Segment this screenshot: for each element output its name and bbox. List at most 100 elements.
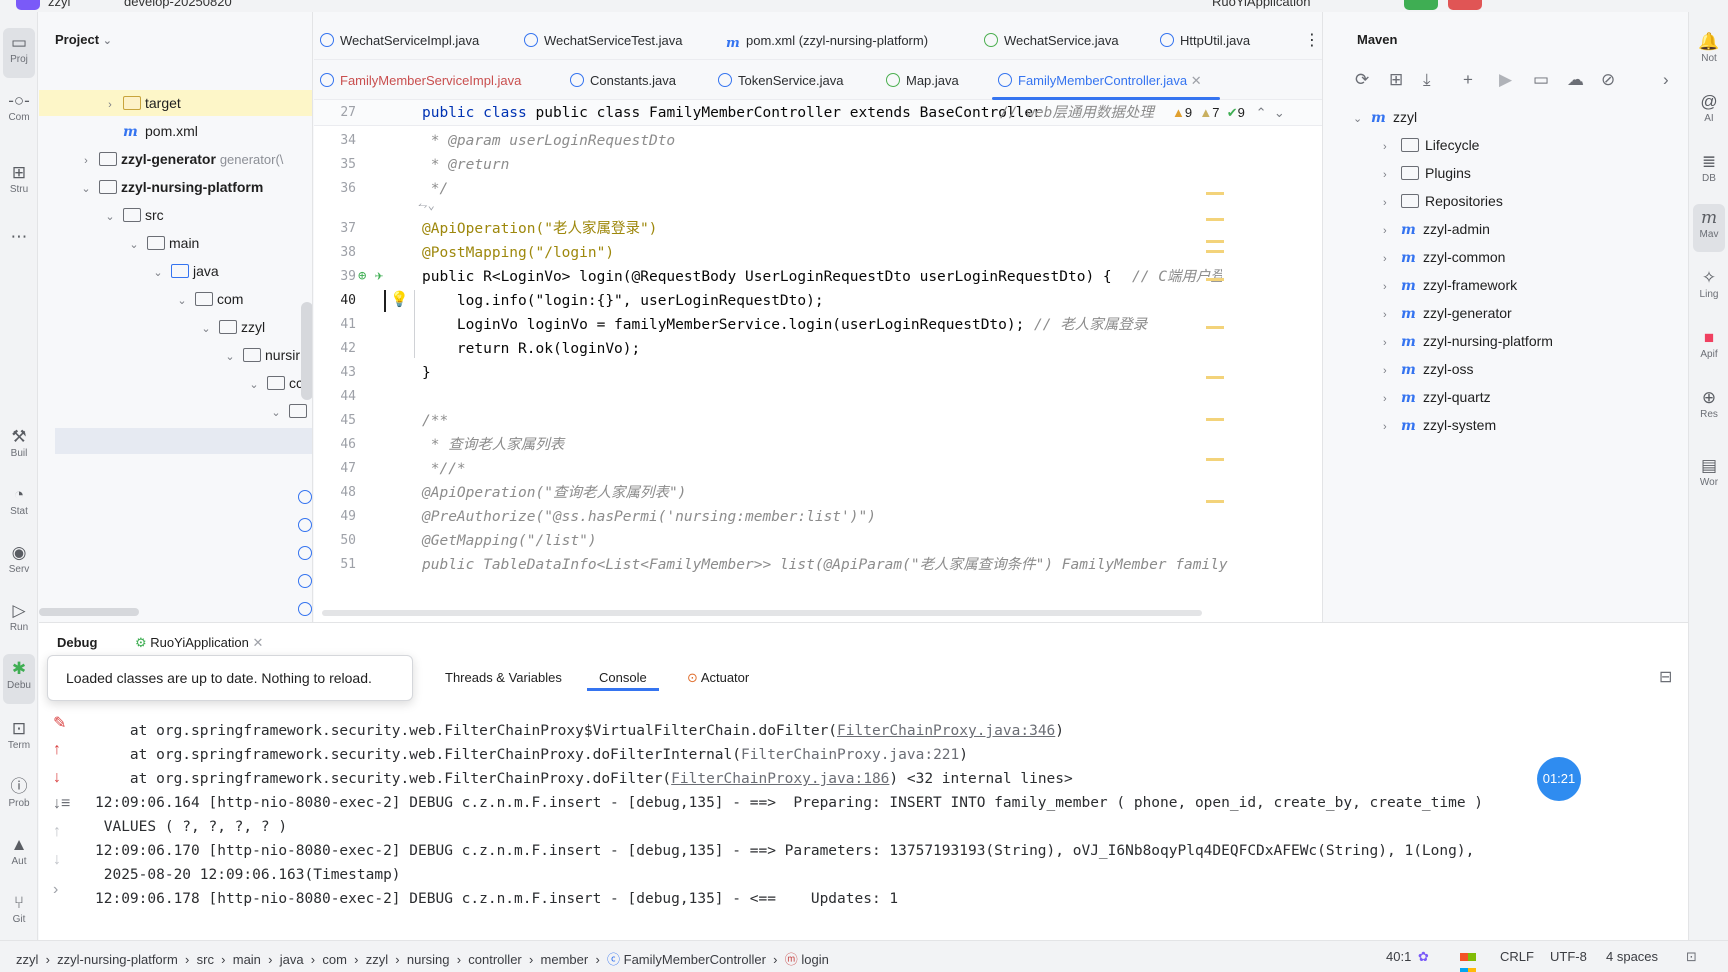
- tree-item-main[interactable]: ⌄ main: [127, 230, 199, 256]
- warning-marker[interactable]: [1206, 278, 1224, 281]
- run-icon[interactable]: ▶: [1499, 70, 1512, 90]
- lock-icon[interactable]: ⊡: [1686, 949, 1697, 965]
- maven-root[interactable]: ⌄ m zzyl: [1353, 104, 1417, 130]
- breadcrumb-item[interactable]: nursing: [407, 952, 450, 967]
- selected-tree-row[interactable]: [55, 428, 312, 454]
- maven-item-zzyl-common[interactable]: › m zzyl-common: [1383, 244, 1505, 270]
- plus-icon[interactable]: +: [1463, 70, 1473, 90]
- breadcrumb-item[interactable]: src: [197, 952, 214, 967]
- tab-token-service[interactable]: TokenService.java: [718, 70, 844, 92]
- tool-problems[interactable]: ⓘ Prob: [3, 772, 35, 822]
- tool-project[interactable]: ▭ Proj: [3, 28, 35, 78]
- run-config-name[interactable]: RuoYiApplication: [1212, 0, 1311, 9]
- maven-item-zzyl-quartz[interactable]: › m zzyl-quartz: [1383, 384, 1491, 410]
- warning-marker[interactable]: [1206, 250, 1224, 253]
- branch-name[interactable]: develop-20250820: [124, 0, 232, 9]
- tab-threads-variables[interactable]: Threads & Variables: [445, 665, 562, 691]
- debug-run-button[interactable]: [1404, 0, 1438, 10]
- maven-item-plugins[interactable]: › Plugins: [1383, 160, 1471, 186]
- fold-icon[interactable]: ⥊⌄: [418, 198, 435, 213]
- breadcrumb-item[interactable]: java: [280, 952, 304, 967]
- warning-marker[interactable]: [1206, 418, 1224, 421]
- tool-services[interactable]: ◉ Serv: [3, 538, 35, 588]
- tree-item-zzyl-nursing-platform[interactable]: ⌄ zzyl-nursing-platform: [79, 174, 263, 200]
- project-panel-title[interactable]: Project ⌄: [55, 32, 112, 47]
- maven-item-zzyl-generator[interactable]: › m zzyl-generator: [1383, 300, 1512, 326]
- tree-item-src[interactable]: ⌄ src: [103, 202, 163, 228]
- tab-map[interactable]: Map.java: [886, 70, 959, 92]
- chevron-down-icon[interactable]: ⌄: [1274, 105, 1285, 120]
- source-link[interactable]: FilterChainProxy.java:221: [741, 747, 959, 763]
- tab-console[interactable]: Console: [587, 665, 659, 691]
- tab-pom-xml[interactable]: m pom.xml (zzyl-nursing-platform): [726, 30, 928, 52]
- warning-marker[interactable]: [1206, 218, 1224, 221]
- tool-notifications[interactable]: 🔔 Not: [1693, 28, 1725, 76]
- tool-apifox[interactable]: ■ Apif: [1693, 324, 1725, 372]
- warning-marker[interactable]: [1206, 192, 1224, 195]
- up-arrow-icon[interactable]: ↑: [53, 741, 61, 759]
- scroll-up-icon[interactable]: ↑: [53, 823, 61, 841]
- maven-item-repositories[interactable]: › Repositories: [1383, 188, 1503, 214]
- layout-icon[interactable]: ⊟: [1659, 667, 1672, 687]
- tool-database[interactable]: ≣ DB: [1693, 148, 1725, 196]
- more-tabs-button[interactable]: ⋮: [1304, 30, 1320, 52]
- maven-item-zzyl-system[interactable]: › m zzyl-system: [1383, 412, 1496, 438]
- warning-marker[interactable]: [1206, 500, 1224, 503]
- debug-session-tab[interactable]: ⚙ RuoYiApplication ✕: [135, 635, 263, 651]
- breadcrumb-item[interactable]: zzyl-nursing-platform: [57, 952, 178, 967]
- tab-family-member-controller[interactable]: FamilyMemberController.java ✕: [992, 70, 1220, 100]
- recording-timer[interactable]: 01:21: [1537, 757, 1581, 801]
- maven-item-zzyl-framework[interactable]: › m zzyl-framework: [1383, 272, 1517, 298]
- more-tools-button[interactable]: ⋯: [3, 222, 35, 246]
- tab-actuator[interactable]: ⊙ Actuator: [687, 665, 749, 691]
- add-project-icon[interactable]: ⊞: [1389, 70, 1403, 90]
- file-encoding[interactable]: UTF-8: [1550, 949, 1587, 964]
- download-icon[interactable]: ⤓: [1423, 70, 1431, 90]
- sort-icon[interactable]: ↓≡: [53, 795, 70, 813]
- breadcrumb-item[interactable]: login: [801, 952, 828, 967]
- tree-item-pom[interactable]: m pom.xml: [117, 118, 198, 144]
- chevron-right-icon[interactable]: ›: [1663, 70, 1669, 90]
- lightbulb-icon[interactable]: 💡: [390, 290, 409, 308]
- close-tab-icon[interactable]: ✕: [1191, 73, 1202, 88]
- tab-http-util[interactable]: HttpUtil.java: [1160, 30, 1250, 52]
- scrollbar[interactable]: [301, 302, 312, 400]
- endpoint-gutter-icon[interactable]: ⊕ ✈: [358, 268, 383, 284]
- down-arrow-icon[interactable]: ↓: [53, 769, 61, 787]
- tool-commit[interactable]: -○- Com: [3, 86, 35, 136]
- execute-goal-icon[interactable]: ▭: [1533, 70, 1549, 90]
- tool-auto[interactable]: ▲ Aut: [3, 830, 35, 880]
- tool-maven[interactable]: m Mav: [1693, 204, 1725, 252]
- tree-item-java[interactable]: ⌄ java: [151, 258, 218, 284]
- source-link[interactable]: FilterChainProxy.java:346: [837, 723, 1055, 739]
- caret-position[interactable]: 40:1: [1386, 949, 1411, 964]
- scroll-down-icon[interactable]: ↓: [53, 851, 61, 869]
- warning-marker[interactable]: [1206, 326, 1224, 329]
- tree-item-subfolder[interactable]: ⌄: [269, 398, 311, 424]
- tree-item-zzyl-generator[interactable]: › zzyl-generator generator(\: [79, 146, 283, 172]
- breadcrumb-item[interactable]: com: [322, 952, 347, 967]
- tab-constants[interactable]: Constants.java: [570, 70, 676, 92]
- close-icon[interactable]: ✕: [252, 635, 263, 650]
- breadcrumb-item[interactable]: member: [541, 952, 589, 967]
- source-link[interactable]: FilterChainProxy.java:186: [671, 771, 889, 787]
- tool-resources[interactable]: ⊕ Res: [1693, 384, 1725, 432]
- breadcrumb-item[interactable]: controller: [468, 952, 521, 967]
- tool-debug[interactable]: ✱ Debu: [3, 654, 35, 704]
- sticky-header-line[interactable]: 27 public class public class FamilyMembe…: [314, 100, 1322, 126]
- maven-item-zzyl-admin[interactable]: › m zzyl-admin: [1383, 216, 1490, 242]
- tool-lingma[interactable]: ✧ Ling: [1693, 264, 1725, 312]
- project-name[interactable]: zzyl: [48, 0, 70, 9]
- tree-item-controller[interactable]: ⌄ cc: [247, 370, 303, 396]
- tree-item-nursing[interactable]: ⌄ nursir: [223, 342, 300, 368]
- code-editor[interactable]: 27 public class public class FamilyMembe…: [314, 100, 1322, 622]
- breadcrumb-item[interactable]: FamilyMemberController: [624, 952, 766, 967]
- tab-wechat-service[interactable]: WechatService.java: [984, 30, 1119, 52]
- line-ending[interactable]: CRLF: [1500, 949, 1534, 964]
- breadcrumb-item[interactable]: zzyl: [366, 952, 388, 967]
- warning-marker[interactable]: [1206, 240, 1224, 243]
- tool-word[interactable]: ▤ Wor: [1693, 452, 1725, 500]
- horizontal-scrollbar[interactable]: [39, 608, 139, 616]
- reload-icon[interactable]: ⟳: [1355, 70, 1369, 90]
- warning-marker[interactable]: [1206, 458, 1224, 461]
